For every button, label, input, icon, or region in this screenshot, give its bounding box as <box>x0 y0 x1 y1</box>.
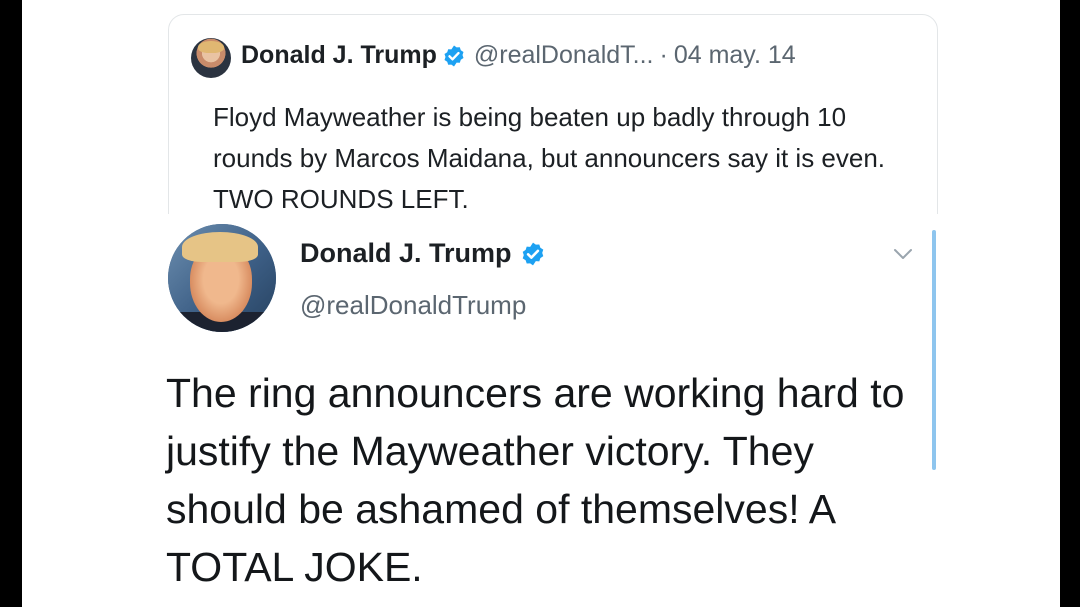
tweet-screen: Donald J. Trump @realDonaldT... · 04 may… <box>22 0 1060 607</box>
main-tweet: Donald J. Trump @realDonaldTrump The rin… <box>22 214 1060 607</box>
quoted-tweet-avatar[interactable] <box>191 38 231 78</box>
tweet-text: The ring announcers are working hard to … <box>166 370 905 590</box>
quoted-tweet-handle[interactable]: @realDonaldT... <box>474 41 654 70</box>
tweet-author-avatar[interactable] <box>168 224 276 332</box>
quoted-tweet-date[interactable]: 04 may. 14 <box>674 41 796 70</box>
screenshot-frame: Donald J. Trump @realDonaldT... · 04 may… <box>0 0 1080 607</box>
chevron-down-icon[interactable] <box>892 246 914 262</box>
verified-badge-icon <box>444 45 464 66</box>
scroll-indicator[interactable] <box>932 230 936 470</box>
quoted-tweet-card[interactable]: Donald J. Trump @realDonaldT... · 04 may… <box>168 14 938 246</box>
tweet-author-name-row: Donald J. Trump <box>300 238 554 269</box>
verified-badge-icon <box>522 242 543 265</box>
quoted-tweet-header: Donald J. Trump @realDonaldT... · 04 may… <box>241 41 796 70</box>
quoted-tweet-text: Floyd Mayweather is being beaten up badl… <box>213 102 886 214</box>
quoted-tweet-separator: · <box>659 41 668 69</box>
tweet-author-handle[interactable]: @realDonaldTrump <box>300 290 526 321</box>
tweet-author-display-name[interactable]: Donald J. Trump <box>300 238 512 269</box>
quoted-tweet-display-name[interactable]: Donald J. Trump <box>241 41 437 70</box>
